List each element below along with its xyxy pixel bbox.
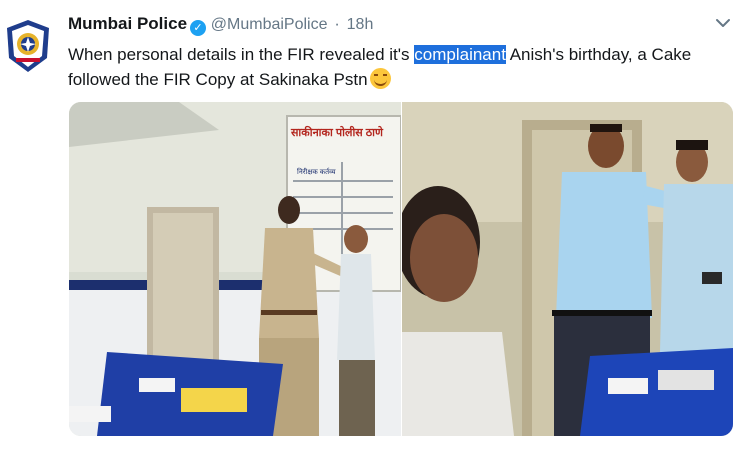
photo-gallery: साकीनाका पोलीस ठाणे निरीक्षक कर्तव्य [69,102,733,436]
tweet-header: Mumbai Police ✓ @MumbaiPolice · 18h [68,14,373,36]
display-name[interactable]: Mumbai Police [68,14,187,33]
user-handle[interactable]: @MumbaiPolice [211,16,328,33]
verified-badge-icon: ✓ [190,20,207,36]
photo-police-station-cake[interactable]: साकीनाका पोलीस ठाणे निरीक्षक कर्तव्य [69,102,401,436]
duty-board-text: निरीक्षक कर्तव्य [297,167,336,176]
smiling-face-emoji-icon [369,68,391,89]
tweet-card[interactable]: Mumbai Police ✓ @MumbaiPolice · 18h When … [0,0,750,450]
photo-cake-closeup[interactable] [402,102,733,436]
highlighted-word: complainant [414,45,506,64]
mumbai-police-crest-avatar[interactable] [3,18,53,74]
tweet-text: When personal details in the FIR reveale… [68,42,718,92]
timestamp[interactable]: 18h [347,16,374,33]
police-station-sign-text: साकीनाका पोलीस ठाणे [290,125,384,139]
tweet-text-start: When personal details in the FIR reveale… [68,45,415,64]
separator: · [334,14,340,33]
chevron-down-icon[interactable] [714,14,732,32]
